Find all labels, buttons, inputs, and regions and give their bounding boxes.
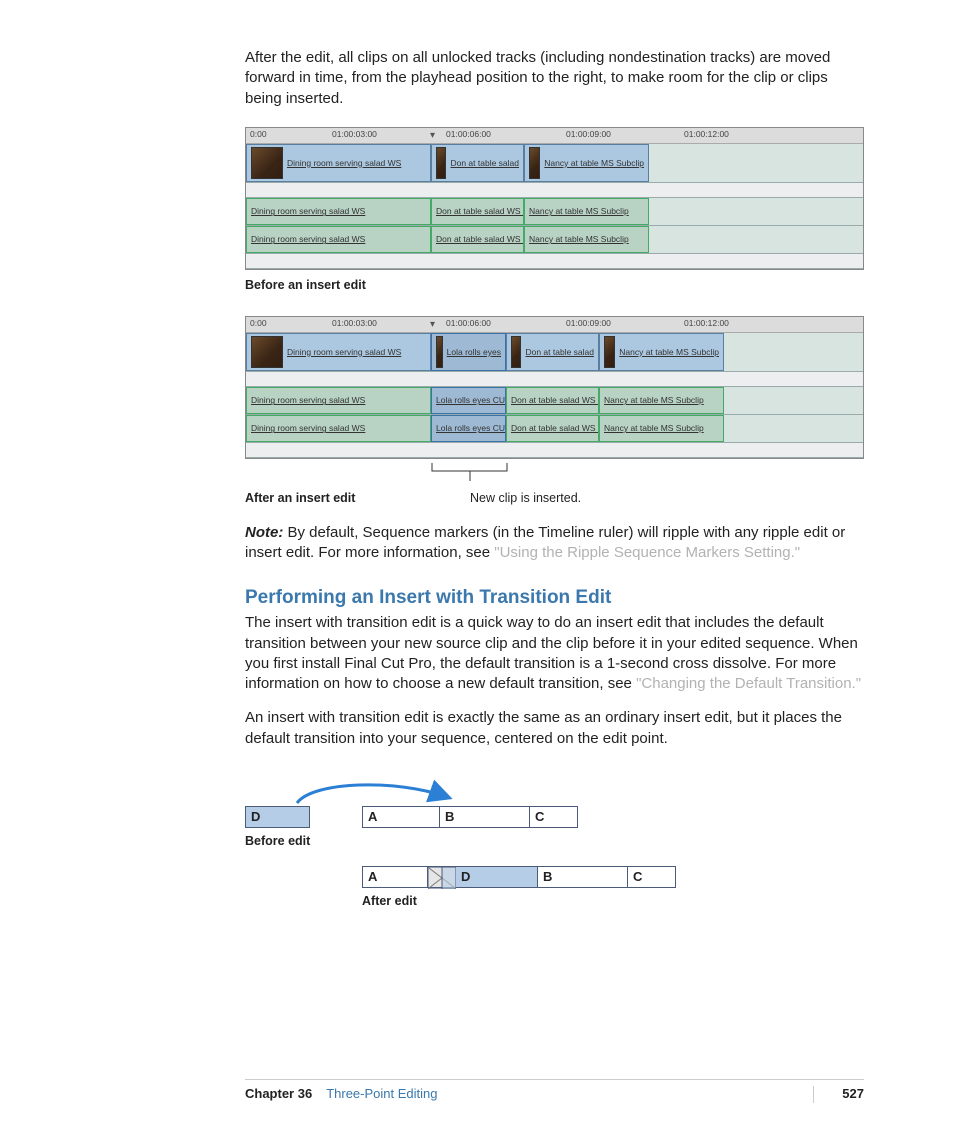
arrow-icon — [245, 775, 545, 809]
clip-item[interactable]: Dining room serving salad WS — [246, 333, 431, 371]
clip-label: Lola rolls eyes CU — [436, 395, 505, 405]
clip-thumbnail — [529, 147, 540, 179]
clip-label: Nancy at table MS Subclip — [529, 234, 629, 244]
clip-thumbnail — [604, 336, 615, 368]
diagram-caption-before: Before edit — [245, 834, 864, 848]
clip-item[interactable]: Nancy at table MS Subclip — [599, 333, 724, 371]
diagram-caption-after: After edit — [362, 894, 864, 908]
body-paragraph-1: The insert with transition edit is a qui… — [245, 613, 864, 694]
footer-chapter-title: Three-Point Editing — [326, 1086, 437, 1101]
diagram-clip-a: A — [362, 806, 440, 828]
clip-label: Don at table salad WS Subclip — [436, 206, 524, 216]
intro-paragraph: After the edit, all clips on all unlocke… — [245, 48, 864, 109]
clip-item[interactable]: Don at table salad WS Subclip — [431, 198, 524, 225]
clip-thumbnail — [511, 336, 521, 368]
clip-label: Dining room serving salad WS — [287, 347, 401, 357]
annotation-new-clip: New clip is inserted. — [470, 491, 581, 505]
timeline-before: 0:00 01:00:03:00 ▾ 01:00:06:00 01:00:09:… — [245, 127, 864, 270]
clip-item[interactable]: Lola rolls eyes CU — [431, 415, 506, 442]
callout-bracket — [245, 463, 864, 483]
clip-label: Nancy at table MS Subclip — [619, 347, 719, 357]
clip-item[interactable]: Nancy at table MS Subclip — [524, 144, 649, 182]
timeline-ruler: 0:00 01:00:03:00 ▾ 01:00:06:00 01:00:09:… — [246, 317, 863, 333]
clip-item[interactable]: Dining room serving salad WS — [246, 198, 431, 225]
clip-label: Don at table salad WS Subclip — [511, 395, 599, 405]
clip-item[interactable]: Don at table salad — [431, 144, 524, 182]
clip-label: Dining room serving salad WS — [251, 423, 365, 433]
clip-label: Lola rolls eyes — [447, 347, 501, 357]
diagram-after-b: B — [538, 866, 628, 888]
link-ripple-markers[interactable]: "Using the Ripple Sequence Markers Setti… — [494, 544, 800, 561]
diagram-source-clip: D — [245, 806, 310, 828]
clip-thumbnail — [251, 147, 283, 179]
clip-label: Nancy at table MS Subclip — [544, 158, 644, 168]
caption-after: After an insert edit — [245, 491, 470, 505]
audio-track-1[interactable]: Dining room serving salad WS Don at table… — [246, 198, 863, 226]
clip-item[interactable]: Dining room serving salad WS — [246, 387, 431, 414]
video-track-1[interactable]: Dining room serving salad WS Don at table… — [246, 144, 863, 183]
body-paragraph-2: An insert with transition edit is exactl… — [245, 708, 864, 749]
diagram-after-d: D — [456, 866, 538, 888]
diagram-after-c: C — [628, 866, 676, 888]
clip-item[interactable]: Don at table salad — [506, 333, 599, 371]
timeline-after: 0:00 01:00:03:00 ▾ 01:00:06:00 01:00:09:… — [245, 316, 864, 459]
clip-item[interactable]: Dining room serving salad WS — [246, 226, 431, 253]
link-default-transition[interactable]: "Changing the Default Transition." — [636, 675, 861, 692]
video-track-1[interactable]: Dining room serving salad WS Lola rolls e… — [246, 333, 863, 372]
audio-track-2[interactable]: Dining room serving salad WS Don at table… — [246, 226, 863, 254]
clip-label: Nancy at table MS Subclip — [529, 206, 629, 216]
insert-transition-diagram: D A B C Before edit A D B C After edit — [245, 779, 864, 908]
clip-item[interactable]: Don at table salad WS Subclip — [431, 226, 524, 253]
clip-label: Lola rolls eyes CU — [436, 423, 505, 433]
clip-label: Dining room serving salad WS — [251, 234, 365, 244]
diagram-clip-b: B — [440, 806, 530, 828]
clip-label: Dining room serving salad WS — [251, 395, 365, 405]
clip-item[interactable]: Nancy at table MS Subclip — [599, 415, 724, 442]
timeline-ruler: 0:00 01:00:03:00 ▾ 01:00:06:00 01:00:09:… — [246, 128, 863, 144]
transition-icon — [428, 866, 456, 888]
clip-item[interactable]: Don at table salad WS Subclip — [506, 415, 599, 442]
page-number: 527 — [842, 1086, 864, 1101]
clip-label: Don at table salad WS Subclip — [511, 423, 599, 433]
clip-item[interactable]: Lola rolls eyes — [431, 333, 506, 371]
clip-thumbnail — [251, 336, 283, 368]
clip-label: Dining room serving salad WS — [287, 158, 401, 168]
page-footer: Chapter 36 Three-Point Editing 527 — [245, 1079, 864, 1101]
clip-item[interactable]: Don at table salad WS Subclip — [506, 387, 599, 414]
clip-label: Don at table salad — [525, 347, 594, 357]
audio-track-2[interactable]: Dining room serving salad WS Lola rolls e… — [246, 415, 863, 443]
clip-thumbnail — [436, 147, 446, 179]
clip-item[interactable]: Lola rolls eyes CU — [431, 387, 506, 414]
clip-label: Don at table salad — [450, 158, 519, 168]
clip-label: Nancy at table MS Subclip — [604, 423, 704, 433]
clip-item[interactable]: Nancy at table MS Subclip — [524, 226, 649, 253]
audio-track-1[interactable]: Dining room serving salad WS Lola rolls e… — [246, 387, 863, 415]
diagram-clip-c: C — [530, 806, 578, 828]
clip-label: Dining room serving salad WS — [251, 206, 365, 216]
clip-item[interactable]: Dining room serving salad WS — [246, 144, 431, 182]
clip-item[interactable]: Dining room serving salad WS — [246, 415, 431, 442]
clip-thumbnail — [436, 336, 443, 368]
diagram-after-a: A — [362, 866, 428, 888]
caption-before: Before an insert edit — [245, 278, 864, 292]
clip-item[interactable]: Nancy at table MS Subclip — [599, 387, 724, 414]
clip-label: Don at table salad WS Subclip — [436, 234, 524, 244]
clip-item[interactable]: Nancy at table MS Subclip — [524, 198, 649, 225]
clip-label: Nancy at table MS Subclip — [604, 395, 704, 405]
heading-insert-transition: Performing an Insert with Transition Edi… — [245, 587, 864, 609]
note-paragraph: Note: By default, Sequence markers (in t… — [245, 523, 864, 564]
